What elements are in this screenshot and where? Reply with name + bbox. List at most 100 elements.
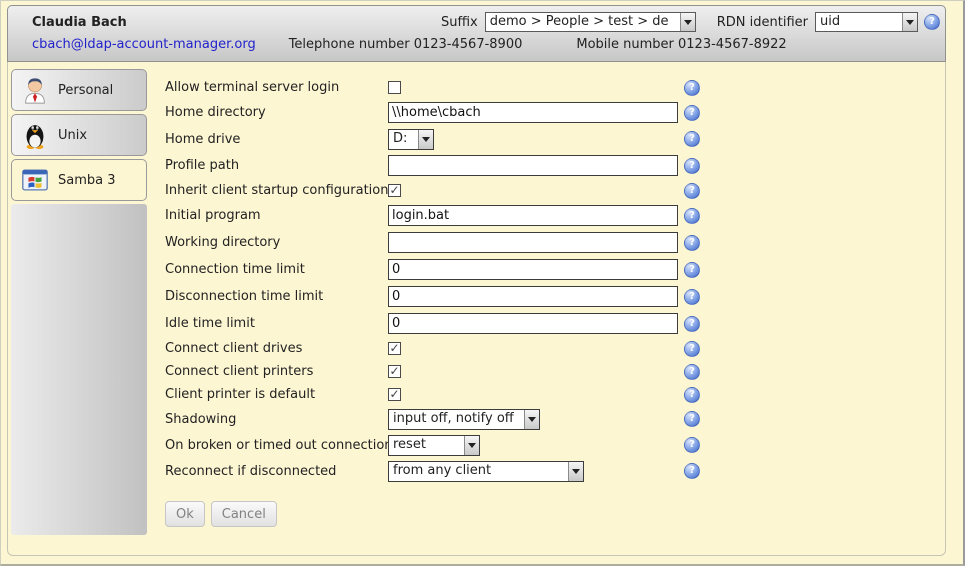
field-cell: from any client [388, 461, 684, 482]
suffix-select-value: demo > People > test > de [486, 13, 680, 31]
help-icon[interactable]: ? [684, 364, 700, 380]
help-icon[interactable]: ? [684, 437, 700, 453]
help-icon[interactable]: ? [684, 316, 700, 332]
arrow-down-icon [528, 417, 536, 422]
home-directory-input[interactable] [388, 102, 678, 123]
cancel-button[interactable]: Cancel [211, 501, 277, 527]
field-cell: ✓ [388, 184, 684, 197]
tab-unix-label: Unix [58, 128, 87, 143]
form-row: Shadowinginput off, notify off? [165, 406, 945, 432]
header-row-2: cbach@ldap-account-manager.org Telephone… [32, 33, 940, 55]
initial-program-input[interactable] [388, 205, 678, 226]
windows-logo-icon [12, 165, 58, 195]
form-row: Client printer is default✓? [165, 383, 945, 406]
field-cell: reset [388, 435, 684, 456]
idle-time-limit-input[interactable] [388, 313, 678, 334]
sidebar-filler [11, 204, 147, 535]
inherit-client-startup-configuration-label: Inherit client startup configuration [165, 183, 388, 198]
help-icon[interactable]: ? [684, 131, 700, 147]
arrow-down-icon [572, 469, 580, 474]
connect-client-drives-label: Connect client drives [165, 341, 388, 356]
form-row: Profile path? [165, 152, 945, 179]
shadowing-label: Shadowing [165, 412, 388, 427]
dropdown-arrow-button[interactable] [464, 436, 479, 455]
connect-client-printers-checkbox[interactable]: ✓ [388, 365, 401, 378]
help-icon[interactable]: ? [684, 341, 700, 357]
arrow-down-icon [468, 443, 476, 448]
arrow-down-icon [906, 20, 914, 25]
dropdown-arrow-button[interactable] [568, 462, 583, 481]
arrow-down-icon [422, 137, 430, 142]
rdn-select-value: uid [816, 13, 902, 31]
allow-terminal-server-login-checkbox[interactable] [388, 81, 401, 94]
working-directory-input[interactable] [388, 232, 678, 253]
rdn-identifier-select[interactable]: uid [815, 12, 918, 32]
telephone-number: Telephone number 0123-4567-8900 [289, 37, 523, 52]
dropdown-arrow-button[interactable] [902, 13, 917, 31]
help-icon[interactable]: ? [684, 262, 700, 278]
connect-client-drives-checkbox[interactable]: ✓ [388, 342, 401, 355]
field-cell: ✓ [388, 342, 684, 355]
initial-program-label: Initial program [165, 208, 388, 223]
help-icon[interactable]: ? [684, 183, 700, 199]
tab-personal[interactable]: Personal [11, 69, 147, 111]
form-row: Reconnect if disconnectedfrom any client… [165, 458, 945, 484]
home-drive-select[interactable]: D: [388, 129, 434, 150]
disconnection-time-limit-label: Disconnection time limit [165, 289, 388, 304]
field-cell: input off, notify off [388, 409, 684, 430]
help-icon[interactable]: ? [684, 105, 700, 121]
help-icon[interactable]: ? [684, 411, 700, 427]
dropdown-arrow-button[interactable] [524, 410, 539, 429]
help-icon[interactable]: ? [684, 289, 700, 305]
help-icon[interactable]: ? [684, 387, 700, 403]
suffix-select[interactable]: demo > People > test > de [485, 12, 696, 32]
field-cell [388, 286, 684, 307]
select-value: reset [389, 436, 464, 455]
ok-button[interactable]: Ok [165, 501, 205, 527]
form-row: Disconnection time limit? [165, 283, 945, 310]
tab-personal-label: Personal [58, 83, 113, 98]
field-cell [388, 102, 684, 123]
help-icon[interactable]: ? [684, 208, 700, 224]
help-icon[interactable]: ? [684, 463, 700, 479]
connection-time-limit-input[interactable] [388, 259, 678, 280]
tab-samba3[interactable]: Samba 3 [11, 159, 147, 201]
field-cell [388, 155, 684, 176]
email-link[interactable]: cbach@ldap-account-manager.org [32, 37, 256, 52]
disconnection-time-limit-input[interactable] [388, 286, 678, 307]
idle-time-limit-label: Idle time limit [165, 316, 388, 331]
select-value: input off, notify off [389, 410, 524, 429]
select-value: D: [389, 130, 418, 149]
connection-time-limit-label: Connection time limit [165, 262, 388, 277]
help-icon[interactable]: ? [924, 14, 940, 30]
profile-path-label: Profile path [165, 158, 388, 173]
on-broken-or-timed-out-connection-select[interactable]: reset [388, 435, 480, 456]
page-frame: Claudia Bach Suffix demo > People > test… [7, 5, 946, 556]
form-row: Allow terminal server login? [165, 76, 945, 99]
help-icon[interactable]: ? [684, 80, 700, 96]
home-directory-label: Home directory [165, 105, 388, 120]
samba3-form: Allow terminal server login? Home directo… [165, 69, 945, 556]
select-value: from any client [389, 462, 568, 481]
field-cell [388, 81, 684, 94]
tab-unix[interactable]: Unix [11, 114, 147, 156]
tab-samba3-label: Samba 3 [58, 173, 116, 188]
account-name: Claudia Bach [32, 15, 127, 30]
suffix-label: Suffix [441, 15, 478, 30]
field-cell [388, 232, 684, 253]
client-printer-is-default-checkbox[interactable]: ✓ [388, 388, 401, 401]
dropdown-arrow-button[interactable] [680, 13, 695, 31]
reconnect-if-disconnected-label: Reconnect if disconnected [165, 464, 388, 479]
account-header: Claudia Bach Suffix demo > People > test… [7, 5, 946, 62]
module-tabs-sidebar: Personal Unix [11, 69, 147, 556]
profile-path-input[interactable] [388, 155, 678, 176]
dropdown-arrow-button[interactable] [418, 130, 433, 149]
inherit-client-startup-configuration-checkbox[interactable]: ✓ [388, 184, 401, 197]
field-cell [388, 313, 684, 334]
reconnect-if-disconnected-select[interactable]: from any client [388, 461, 584, 482]
form-row: Inherit client startup configuration✓? [165, 179, 945, 202]
form-row: Connect client drives✓? [165, 337, 945, 360]
help-icon[interactable]: ? [684, 235, 700, 251]
shadowing-select[interactable]: input off, notify off [388, 409, 540, 430]
help-icon[interactable]: ? [684, 158, 700, 174]
